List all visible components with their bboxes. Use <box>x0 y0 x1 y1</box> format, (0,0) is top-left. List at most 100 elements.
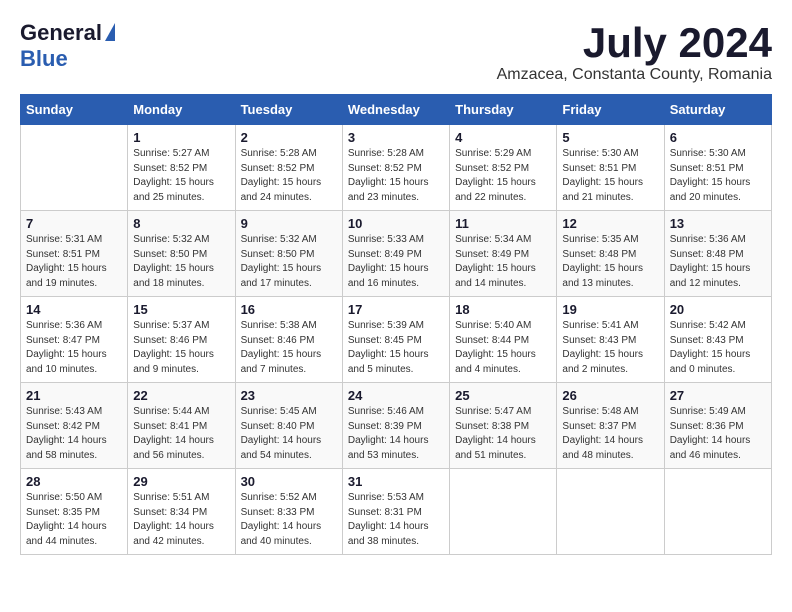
calendar-cell: 2 Sunrise: 5:28 AM Sunset: 8:52 PM Daylig… <box>235 125 342 211</box>
day-number: 31 <box>348 474 444 489</box>
day-number: 2 <box>241 130 337 145</box>
day-number: 26 <box>562 388 658 403</box>
calendar-cell: 25 Sunrise: 5:47 AM Sunset: 8:38 PM Dayli… <box>450 383 557 469</box>
day-info: Sunrise: 5:30 AM Sunset: 8:51 PM Dayligh… <box>670 147 766 205</box>
logo-triangle-icon <box>105 23 115 41</box>
day-info: Sunrise: 5:53 AM Sunset: 8:31 PM Dayligh… <box>348 491 444 549</box>
day-number: 24 <box>348 388 444 403</box>
calendar-cell: 20Sunrise: 5:42 AM Sunset: 8:43 PM Dayli… <box>664 297 771 383</box>
day-info: Sunrise: 5:42 AM Sunset: 8:43 PM Dayligh… <box>670 319 766 377</box>
day-number: 25 <box>455 388 551 403</box>
calendar-cell: 27Sunrise: 5:49 AM Sunset: 8:36 PM Dayli… <box>664 383 771 469</box>
day-number: 3 <box>348 130 444 145</box>
calendar-cell: 4 Sunrise: 5:29 AM Sunset: 8:52 PM Daylig… <box>450 125 557 211</box>
day-number: 4 <box>455 130 551 145</box>
calendar-cell: 7 Sunrise: 5:31 AM Sunset: 8:51 PM Daylig… <box>21 211 128 297</box>
calendar-cell <box>664 469 771 555</box>
calendar-col-header: Sunday <box>21 95 128 125</box>
day-info: Sunrise: 5:27 AM Sunset: 8:52 PM Dayligh… <box>133 147 229 205</box>
calendar-cell: 15 Sunrise: 5:37 AM Sunset: 8:46 PM Dayli… <box>128 297 235 383</box>
day-number: 15 <box>133 302 229 317</box>
day-info: Sunrise: 5:44 AM Sunset: 8:41 PM Dayligh… <box>133 405 229 463</box>
day-number: 11 <box>455 216 551 231</box>
logo: General Blue <box>20 20 115 72</box>
day-info: Sunrise: 5:41 AM Sunset: 8:43 PM Dayligh… <box>562 319 658 377</box>
day-number: 28 <box>26 474 122 489</box>
logo-blue-text: Blue <box>20 46 68 72</box>
calendar-cell: 11 Sunrise: 5:34 AM Sunset: 8:49 PM Dayli… <box>450 211 557 297</box>
day-number: 30 <box>241 474 337 489</box>
day-info: Sunrise: 5:28 AM Sunset: 8:52 PM Dayligh… <box>241 147 337 205</box>
day-number: 1 <box>133 130 229 145</box>
calendar-col-header: Thursday <box>450 95 557 125</box>
day-info: Sunrise: 5:46 AM Sunset: 8:39 PM Dayligh… <box>348 405 444 463</box>
day-info: Sunrise: 5:33 AM Sunset: 8:49 PM Dayligh… <box>348 233 444 291</box>
calendar-col-header: Wednesday <box>342 95 449 125</box>
calendar-col-header: Friday <box>557 95 664 125</box>
day-info: Sunrise: 5:36 AM Sunset: 8:48 PM Dayligh… <box>670 233 766 291</box>
calendar-week-row: 1 Sunrise: 5:27 AM Sunset: 8:52 PM Daylig… <box>21 125 772 211</box>
day-info: Sunrise: 5:31 AM Sunset: 8:51 PM Dayligh… <box>26 233 122 291</box>
day-info: Sunrise: 5:49 AM Sunset: 8:36 PM Dayligh… <box>670 405 766 463</box>
day-info: Sunrise: 5:34 AM Sunset: 8:49 PM Dayligh… <box>455 233 551 291</box>
day-info: Sunrise: 5:50 AM Sunset: 8:35 PM Dayligh… <box>26 491 122 549</box>
calendar-cell: 19 Sunrise: 5:41 AM Sunset: 8:43 PM Dayli… <box>557 297 664 383</box>
calendar-cell: 22 Sunrise: 5:44 AM Sunset: 8:41 PM Dayli… <box>128 383 235 469</box>
day-number: 16 <box>241 302 337 317</box>
day-info: Sunrise: 5:52 AM Sunset: 8:33 PM Dayligh… <box>241 491 337 549</box>
calendar-cell: 13 Sunrise: 5:36 AM Sunset: 8:48 PM Dayli… <box>664 211 771 297</box>
calendar-cell: 1 Sunrise: 5:27 AM Sunset: 8:52 PM Daylig… <box>128 125 235 211</box>
day-info: Sunrise: 5:40 AM Sunset: 8:44 PM Dayligh… <box>455 319 551 377</box>
logo-general-text: General <box>20 20 102 46</box>
calendar-cell: 14 Sunrise: 5:36 AM Sunset: 8:47 PM Dayli… <box>21 297 128 383</box>
calendar-cell: 24 Sunrise: 5:46 AM Sunset: 8:39 PM Dayli… <box>342 383 449 469</box>
day-info: Sunrise: 5:32 AM Sunset: 8:50 PM Dayligh… <box>133 233 229 291</box>
day-info: Sunrise: 5:36 AM Sunset: 8:47 PM Dayligh… <box>26 319 122 377</box>
day-number: 18 <box>455 302 551 317</box>
calendar-cell: 8 Sunrise: 5:32 AM Sunset: 8:50 PM Daylig… <box>128 211 235 297</box>
day-number: 12 <box>562 216 658 231</box>
calendar-cell: 10Sunrise: 5:33 AM Sunset: 8:49 PM Dayli… <box>342 211 449 297</box>
day-number: 21 <box>26 388 122 403</box>
calendar-week-row: 14 Sunrise: 5:36 AM Sunset: 8:47 PM Dayli… <box>21 297 772 383</box>
calendar-cell: 17 Sunrise: 5:39 AM Sunset: 8:45 PM Dayli… <box>342 297 449 383</box>
calendar-cell <box>21 125 128 211</box>
day-number: 19 <box>562 302 658 317</box>
day-number: 13 <box>670 216 766 231</box>
calendar-cell: 26 Sunrise: 5:48 AM Sunset: 8:37 PM Dayli… <box>557 383 664 469</box>
day-number: 7 <box>26 216 122 231</box>
day-info: Sunrise: 5:47 AM Sunset: 8:38 PM Dayligh… <box>455 405 551 463</box>
day-info: Sunrise: 5:35 AM Sunset: 8:48 PM Dayligh… <box>562 233 658 291</box>
calendar-table: SundayMondayTuesdayWednesdayThursdayFrid… <box>20 94 772 555</box>
day-info: Sunrise: 5:39 AM Sunset: 8:45 PM Dayligh… <box>348 319 444 377</box>
calendar-cell: 12 Sunrise: 5:35 AM Sunset: 8:48 PM Dayli… <box>557 211 664 297</box>
calendar-col-header: Tuesday <box>235 95 342 125</box>
page-header: General Blue July 2024 Amzacea, Constant… <box>20 20 772 84</box>
calendar-cell: 6Sunrise: 5:30 AM Sunset: 8:51 PM Daylig… <box>664 125 771 211</box>
day-number: 14 <box>26 302 122 317</box>
day-info: Sunrise: 5:45 AM Sunset: 8:40 PM Dayligh… <box>241 405 337 463</box>
day-info: Sunrise: 5:32 AM Sunset: 8:50 PM Dayligh… <box>241 233 337 291</box>
day-info: Sunrise: 5:43 AM Sunset: 8:42 PM Dayligh… <box>26 405 122 463</box>
day-number: 8 <box>133 216 229 231</box>
calendar-cell: 29Sunrise: 5:51 AM Sunset: 8:34 PM Dayli… <box>128 469 235 555</box>
day-number: 22 <box>133 388 229 403</box>
calendar-week-row: 7 Sunrise: 5:31 AM Sunset: 8:51 PM Daylig… <box>21 211 772 297</box>
calendar-header-row: SundayMondayTuesdayWednesdayThursdayFrid… <box>21 95 772 125</box>
calendar-col-header: Monday <box>128 95 235 125</box>
day-info: Sunrise: 5:51 AM Sunset: 8:34 PM Dayligh… <box>133 491 229 549</box>
calendar-cell: 23 Sunrise: 5:45 AM Sunset: 8:40 PM Dayli… <box>235 383 342 469</box>
calendar-cell: 3 Sunrise: 5:28 AM Sunset: 8:52 PM Daylig… <box>342 125 449 211</box>
calendar-cell: 28 Sunrise: 5:50 AM Sunset: 8:35 PM Dayli… <box>21 469 128 555</box>
day-info: Sunrise: 5:28 AM Sunset: 8:52 PM Dayligh… <box>348 147 444 205</box>
calendar-cell <box>450 469 557 555</box>
day-info: Sunrise: 5:29 AM Sunset: 8:52 PM Dayligh… <box>455 147 551 205</box>
day-number: 23 <box>241 388 337 403</box>
day-number: 17 <box>348 302 444 317</box>
day-number: 9 <box>241 216 337 231</box>
title-section: July 2024 Amzacea, Constanta County, Rom… <box>497 20 772 84</box>
calendar-cell: 5Sunrise: 5:30 AM Sunset: 8:51 PM Daylig… <box>557 125 664 211</box>
day-info: Sunrise: 5:48 AM Sunset: 8:37 PM Dayligh… <box>562 405 658 463</box>
day-info: Sunrise: 5:37 AM Sunset: 8:46 PM Dayligh… <box>133 319 229 377</box>
calendar-week-row: 21 Sunrise: 5:43 AM Sunset: 8:42 PM Dayli… <box>21 383 772 469</box>
